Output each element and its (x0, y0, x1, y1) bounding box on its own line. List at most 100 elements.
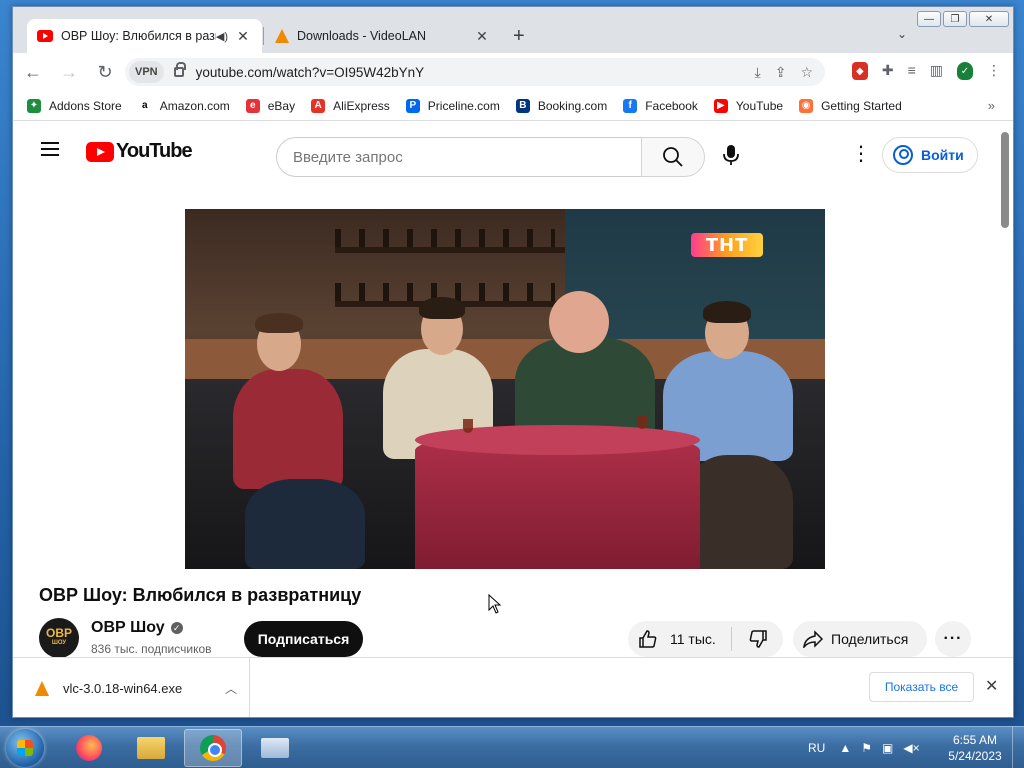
close-tab-icon[interactable]: ✕ (473, 28, 491, 45)
search-icon (663, 147, 683, 167)
video-person-hair (703, 301, 751, 323)
close-tab-icon[interactable]: ✕ (234, 28, 252, 45)
mouse-cursor-icon (488, 594, 502, 614)
bookmark-booking-com[interactable]: B Booking.com (515, 98, 608, 113)
bookmark-label: Facebook (645, 98, 698, 113)
share-button[interactable]: Поделиться (793, 621, 927, 657)
tab-title: Downloads - VideoLAN (297, 29, 427, 43)
show-all-downloads-button[interactable]: Показать все (869, 672, 974, 702)
taskbar-explorer[interactable] (122, 729, 180, 767)
show-desktop-button[interactable] (1012, 727, 1024, 768)
download-item[interactable]: vlc-3.0.18-win64.exe ︿ (13, 658, 250, 717)
more-bookmarks-icon[interactable]: » (988, 98, 995, 113)
video-person-legs (245, 479, 365, 569)
bookmark-favicon-icon: ✦ (27, 98, 41, 113)
video-table-top (415, 425, 700, 455)
install-app-icon[interactable]: ⤓ (755, 64, 761, 81)
bookmark-aliexpress[interactable]: A AliExpress (311, 98, 390, 113)
taskbar-keyboard-app[interactable] (246, 729, 304, 767)
new-tab-icon[interactable]: + (513, 25, 525, 48)
taskbar-firefox[interactable] (60, 729, 118, 767)
vlc-file-icon (35, 680, 49, 696)
bookmark-label: eBay (267, 98, 296, 113)
chrome-icon (200, 735, 226, 761)
language-indicator[interactable]: RU (808, 741, 825, 755)
bookmark-ebay[interactable]: e eBay (245, 98, 296, 113)
signin-label: Войти (921, 147, 964, 163)
video-player[interactable]: ТНТ (185, 209, 825, 569)
more-actions-button[interactable]: ··· (935, 621, 971, 657)
search-button[interactable] (641, 137, 705, 177)
bookmark-label: Getting Started (821, 98, 902, 113)
search-input[interactable]: Введите запрос (276, 137, 642, 177)
channel-name[interactable]: ОВР Шоу ✓ (91, 619, 183, 637)
lock-icon[interactable] (173, 62, 186, 77)
bookmark-favicon-icon: B (515, 98, 530, 113)
youtube-header: YouTube Введите запрос ⋮ Войти (13, 122, 999, 178)
like-dislike-group: 11 тыс. (628, 621, 783, 657)
share-page-icon[interactable]: ⇪ (775, 64, 787, 81)
account-icon (893, 145, 913, 165)
security-extension-icon[interactable]: ✓ (957, 62, 973, 80)
tab-search-chevron-icon[interactable]: ⌄ (897, 27, 907, 41)
side-panel-icon[interactable]: ▥ (930, 62, 943, 80)
signin-button[interactable]: Войти (882, 137, 978, 173)
tray-expand-icon[interactable]: ▲ (839, 741, 851, 755)
like-button[interactable]: 11 тыс. (628, 629, 731, 649)
media-control-icon[interactable]: ≡ (908, 62, 916, 80)
video-bottles (335, 229, 555, 247)
vpn-badge[interactable]: VPN (129, 61, 164, 83)
url-text[interactable]: youtube.com/watch?v=OI95W42bYnY (196, 65, 755, 80)
bookmark-priceline-com[interactable]: P Priceline.com (405, 98, 500, 113)
clock-time: 6:55 AM (952, 733, 998, 747)
voice-search-button[interactable] (723, 144, 739, 166)
subscribe-button[interactable]: Подписаться (244, 621, 363, 657)
restore-button[interactable]: ❐ (943, 11, 967, 27)
clock[interactable]: 6:55 AM 5/24/2023 (940, 732, 1010, 764)
dislike-button[interactable] (732, 629, 783, 649)
close-download-bar-icon[interactable]: ✕ (985, 676, 998, 696)
tab-youtube[interactable]: ОВР Шоу: Влюбился в разв ◀) ✕ (27, 19, 262, 53)
forward-arrow-icon[interactable]: → (53, 56, 85, 88)
bookmark-addons-store[interactable]: ✦ Addons Store (27, 98, 122, 113)
bookmark-label: AliExpress (333, 98, 390, 113)
system-tray: RU ▲ ⚑ ▣ ◀× (808, 727, 930, 768)
bookmark-label: Booking.com (537, 98, 608, 113)
menu-dots-icon[interactable]: ⋮ (987, 62, 1001, 80)
chevron-up-icon[interactable]: ︿ (225, 680, 237, 697)
back-arrow-icon[interactable]: ← (17, 56, 49, 88)
tab-videolan[interactable]: Downloads - VideoLAN ✕ (265, 19, 501, 53)
minimize-button[interactable]: — (917, 11, 941, 27)
microphone-icon (723, 145, 739, 165)
speaker-icon[interactable]: ◀) (216, 30, 228, 43)
bookmark-star-icon[interactable]: ☆ (800, 64, 813, 81)
close-window-button[interactable]: ✕ (969, 11, 1009, 27)
settings-dots-icon[interactable]: ⋮ (851, 144, 871, 164)
reload-icon[interactable]: ↻ (89, 56, 121, 88)
tab-divider (263, 27, 264, 45)
extensions-puzzle-icon[interactable]: ✚ (882, 62, 894, 80)
youtube-logo-icon (86, 141, 114, 162)
address-bar[interactable]: VPN youtube.com/watch?v=OI95W42bYnY ⤓ ⇪ … (125, 58, 825, 86)
start-button[interactable] (6, 729, 44, 767)
bookmark-favicon-icon: f (623, 98, 638, 113)
bookmark-facebook[interactable]: f Facebook (623, 98, 698, 113)
bookmark-favicon-icon: ▶ (713, 98, 728, 113)
action-center-flag-icon[interactable]: ⚑ (861, 741, 872, 755)
volume-muted-icon[interactable]: ◀× (903, 741, 919, 755)
page-scrollbar[interactable] (1001, 132, 1009, 228)
bookmark-getting-started[interactable]: ◉ Getting Started (799, 98, 902, 113)
taskbar-chrome[interactable] (184, 729, 242, 767)
firefox-icon (76, 735, 102, 761)
bookmark-youtube[interactable]: ▶ YouTube (713, 98, 784, 113)
network-icon[interactable]: ▣ (882, 741, 893, 755)
channel-avatar[interactable]: ОВР ШОУ (39, 618, 79, 657)
extension-shield-icon[interactable]: ◆ (851, 62, 868, 80)
youtube-logo[interactable]: YouTube (86, 140, 193, 163)
bookmark-favicon-icon: ◉ (799, 98, 814, 113)
hamburger-menu-icon[interactable] (41, 142, 59, 156)
bookmark-favicon-icon: a (137, 98, 152, 113)
bookmark-label: YouTube (735, 98, 784, 113)
video-person-head (549, 291, 609, 353)
bookmark-amazon-com[interactable]: a Amazon.com (137, 98, 230, 113)
